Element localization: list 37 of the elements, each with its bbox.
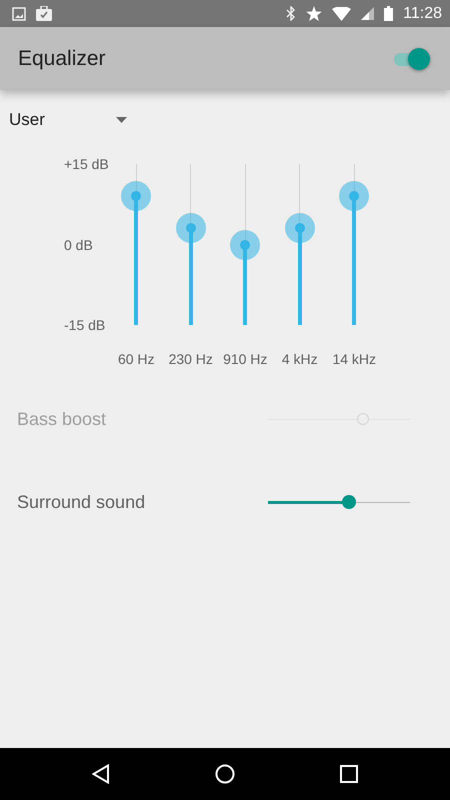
axis-label: 0 dB: [64, 236, 93, 252]
signal-icon: [361, 7, 374, 20]
star-icon: [306, 6, 322, 21]
slider-thumb[interactable]: [176, 213, 206, 244]
slider-thumb[interactable]: [230, 230, 260, 260]
setting-label: Surround sound: [17, 492, 146, 512]
frequency-label: 14 kHz: [332, 351, 376, 367]
battery-icon: [384, 6, 394, 21]
recents-icon[interactable]: [340, 765, 358, 783]
briefcase-check-icon: [36, 6, 52, 21]
back-icon[interactable]: [92, 764, 110, 784]
slider-thumb[interactable]: [342, 495, 356, 509]
image-icon: [12, 6, 26, 20]
setting-label: Bass boost: [17, 408, 106, 430]
frequency-label: 60 Hz: [118, 351, 155, 367]
axis-label: +15 dB: [64, 156, 109, 172]
slider-thumb[interactable]: [121, 181, 152, 212]
frequency-label: 230 Hz: [168, 351, 213, 367]
frequency-label: 910 Hz: [223, 351, 268, 367]
setting-slider[interactable]: [268, 494, 410, 510]
band-slider[interactable]: [339, 164, 370, 325]
band-slider[interactable]: [284, 164, 315, 325]
caret-icon: [116, 117, 127, 123]
home-icon[interactable]: [214, 764, 235, 784]
axis-label: -15 dB: [64, 317, 106, 333]
band-slider[interactable]: [121, 164, 152, 325]
preset-dropdown[interactable]: User: [9, 110, 127, 130]
bluetooth-icon: [286, 6, 296, 21]
frequency-label: 4 kHz: [282, 351, 318, 367]
wifi-icon: [332, 6, 352, 20]
screen-title: Equalizer: [18, 46, 107, 70]
band-slider[interactable]: [230, 164, 260, 325]
clock-time: 11:28: [403, 4, 442, 22]
toggle-switch[interactable]: [392, 46, 430, 72]
slider-thumb[interactable]: [339, 181, 370, 212]
slider-thumb[interactable]: [284, 213, 315, 244]
band-slider[interactable]: [176, 164, 206, 325]
